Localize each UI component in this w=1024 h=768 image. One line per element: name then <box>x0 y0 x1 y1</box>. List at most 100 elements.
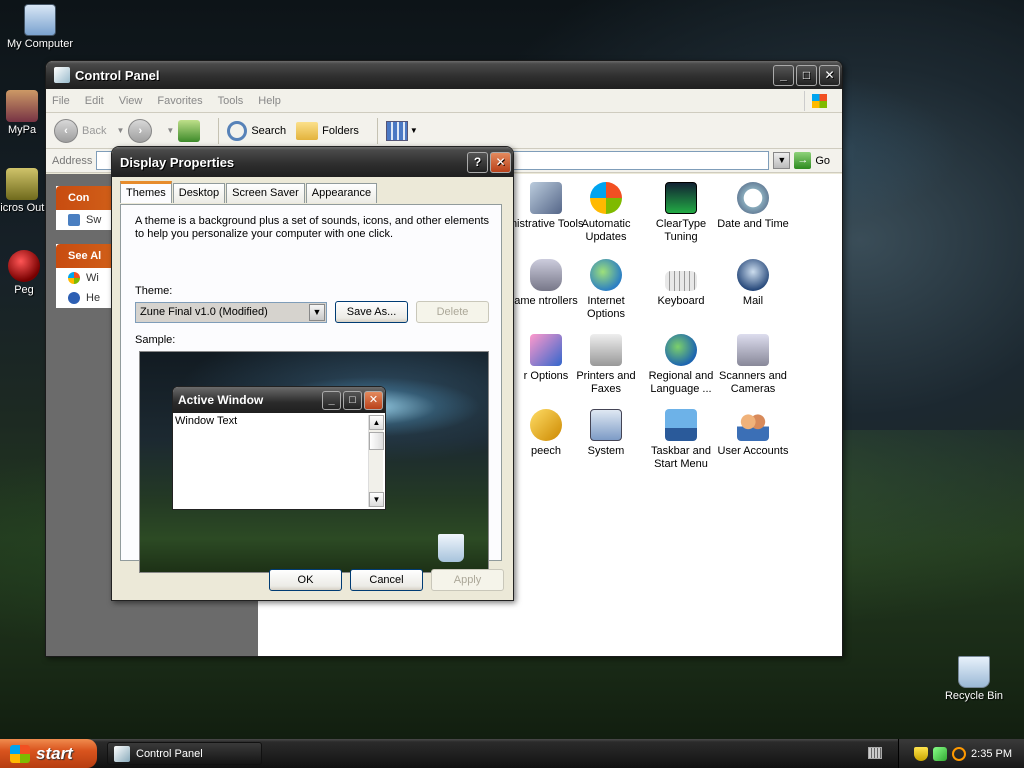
tab-themes[interactable]: Themes <box>120 181 172 203</box>
menu-help[interactable]: Help <box>258 95 281 107</box>
theme-sample-preview: Active Window _ □ ✕ Window Text ▲ ▼ <box>139 351 489 573</box>
search-icon[interactable] <box>952 746 967 761</box>
dialog-titlebar[interactable]: Display Properties ? ✕ <box>112 147 513 177</box>
cp-item-automatic-updates[interactable]: Automatic Updates <box>568 182 644 244</box>
themes-panel: A theme is a background plus a set of so… <box>120 204 502 573</box>
recycle-bin-icon <box>958 656 990 688</box>
forward-arrow-icon: › <box>128 118 153 143</box>
views-icon <box>385 120 408 141</box>
go-button[interactable]: → Go <box>794 152 830 169</box>
window-title: Control Panel <box>75 67 160 83</box>
tab-desktop[interactable]: Desktop <box>172 183 226 203</box>
back-button[interactable]: ‹ Back <box>54 118 106 143</box>
options-icon <box>530 334 562 366</box>
sample-scrollbar: ▲ ▼ <box>368 415 384 507</box>
sample-label: Sample: <box>135 334 176 346</box>
printer-icon <box>590 334 622 366</box>
delete-button[interactable]: Delete <box>416 301 489 323</box>
tab-screen-saver[interactable]: Screen Saver <box>226 183 305 203</box>
desktop-icon-my-computer[interactable]: My Computer <box>0 4 80 50</box>
keyboard-icon <box>665 271 697 291</box>
menu-bar: File Edit View Favorites Tools Help <box>46 89 842 113</box>
control-panel-titlebar[interactable]: Control Panel _ □ ✕ <box>46 61 842 89</box>
scanner-icon <box>737 334 769 366</box>
toolbar-separator <box>218 117 220 144</box>
folder-up-icon <box>178 119 201 142</box>
help-button[interactable]: ? <box>467 151 488 173</box>
close-button[interactable]: ✕ <box>819 64 840 86</box>
dialog-title: Display Properties <box>120 154 235 170</box>
globe-icon <box>590 259 622 291</box>
clock[interactable]: 2:35 PM <box>971 748 1012 760</box>
network-icon[interactable] <box>933 746 948 761</box>
cp-item-mail[interactable]: Mail <box>708 259 798 308</box>
theme-select[interactable]: Zune Final v1.0 (Modified) ▼ <box>135 302 327 323</box>
forward-dropdown-icon[interactable]: ▼ <box>166 126 174 135</box>
cancel-button[interactable]: Cancel <box>350 569 423 591</box>
display-properties-dialog: Display Properties ? ✕ Themes Desktop Sc… <box>111 146 514 601</box>
tab-appearance[interactable]: Appearance <box>305 183 378 203</box>
regional-globe-icon <box>665 334 697 366</box>
search-button[interactable]: Search <box>227 120 286 141</box>
taskbar-icon <box>665 409 697 441</box>
windows-update-icon <box>590 182 622 214</box>
folder-icon <box>296 121 319 140</box>
cp-item-internet-options[interactable]: Internet Options <box>568 259 644 321</box>
windows-logo-icon <box>10 744 30 763</box>
tab-strip: Themes Desktop Screen Saver Appearance <box>120 181 378 203</box>
keyboard-layout-icon[interactable] <box>868 747 882 759</box>
security-shield-icon[interactable] <box>914 746 929 761</box>
sample-minimize-icon: _ <box>322 390 341 410</box>
taskbar-button-control-panel[interactable]: Control Panel <box>107 742 262 765</box>
system-tray: 2:35 PM <box>898 739 1024 768</box>
ok-button[interactable]: OK <box>269 569 342 591</box>
address-dropdown-icon[interactable]: ▼ <box>773 152 791 169</box>
chevron-down-icon: ▼ <box>309 304 325 321</box>
peg-icon <box>8 250 40 282</box>
cp-item-user-accounts[interactable]: User Accounts <box>708 409 798 458</box>
sample-recycle-bin-icon <box>438 534 464 562</box>
menu-tools[interactable]: Tools <box>218 95 244 107</box>
folders-button[interactable]: Folders <box>296 121 359 140</box>
cleartype-icon <box>665 182 697 214</box>
scroll-thumb <box>369 432 384 450</box>
go-arrow-icon: → <box>794 152 812 169</box>
forward-button[interactable]: › <box>128 118 156 143</box>
views-button[interactable]: ▼ <box>385 120 422 141</box>
mail-icon <box>737 259 769 291</box>
scroll-up-icon: ▲ <box>369 415 384 430</box>
clock-icon <box>737 182 769 214</box>
minimize-button[interactable]: _ <box>773 64 794 86</box>
sample-active-window: Active Window _ □ ✕ Window Text ▲ ▼ <box>172 386 386 510</box>
theme-description: A theme is a background plus a set of so… <box>135 215 490 240</box>
switch-view-icon <box>68 214 80 226</box>
cp-item-system[interactable]: System <box>568 409 644 458</box>
menu-view[interactable]: View <box>119 95 143 107</box>
sample-maximize-icon: □ <box>343 390 362 410</box>
menu-file[interactable]: File <box>52 95 70 107</box>
save-as-button[interactable]: Save As... <box>335 301 408 323</box>
toolbar: ‹ Back ▼ › ▼ Search Folders ▼ <box>46 113 842 149</box>
speech-icon <box>530 409 562 441</box>
up-button[interactable] <box>178 119 201 142</box>
dialog-body: Themes Desktop Screen Saver Appearance A… <box>112 177 513 601</box>
sample-titlebar: Active Window _ □ ✕ <box>173 387 385 413</box>
cp-item-date-and-time[interactable]: Date and Time <box>708 182 798 231</box>
outlook-icon <box>6 168 38 200</box>
search-icon <box>227 120 248 141</box>
cp-item-scanners-and-cameras[interactable]: Scanners and Cameras <box>708 334 798 396</box>
control-panel-icon <box>114 745 130 762</box>
theme-label: Theme: <box>135 285 173 297</box>
back-dropdown-icon[interactable]: ▼ <box>116 126 124 135</box>
address-label: Address <box>52 154 93 167</box>
apply-button[interactable]: Apply <box>431 569 504 591</box>
maximize-button[interactable]: □ <box>796 64 817 86</box>
start-button[interactable]: start <box>0 739 97 768</box>
menu-favorites[interactable]: Favorites <box>157 95 202 107</box>
menu-edit[interactable]: Edit <box>85 95 104 107</box>
computer-icon <box>24 4 56 36</box>
dialog-close-button[interactable]: ✕ <box>490 151 511 173</box>
system-icon <box>590 409 622 441</box>
desktop-icon-recycle-bin[interactable]: Recycle Bin <box>934 656 1014 702</box>
cp-item-printers-and-faxes[interactable]: Printers and Faxes <box>568 334 644 396</box>
